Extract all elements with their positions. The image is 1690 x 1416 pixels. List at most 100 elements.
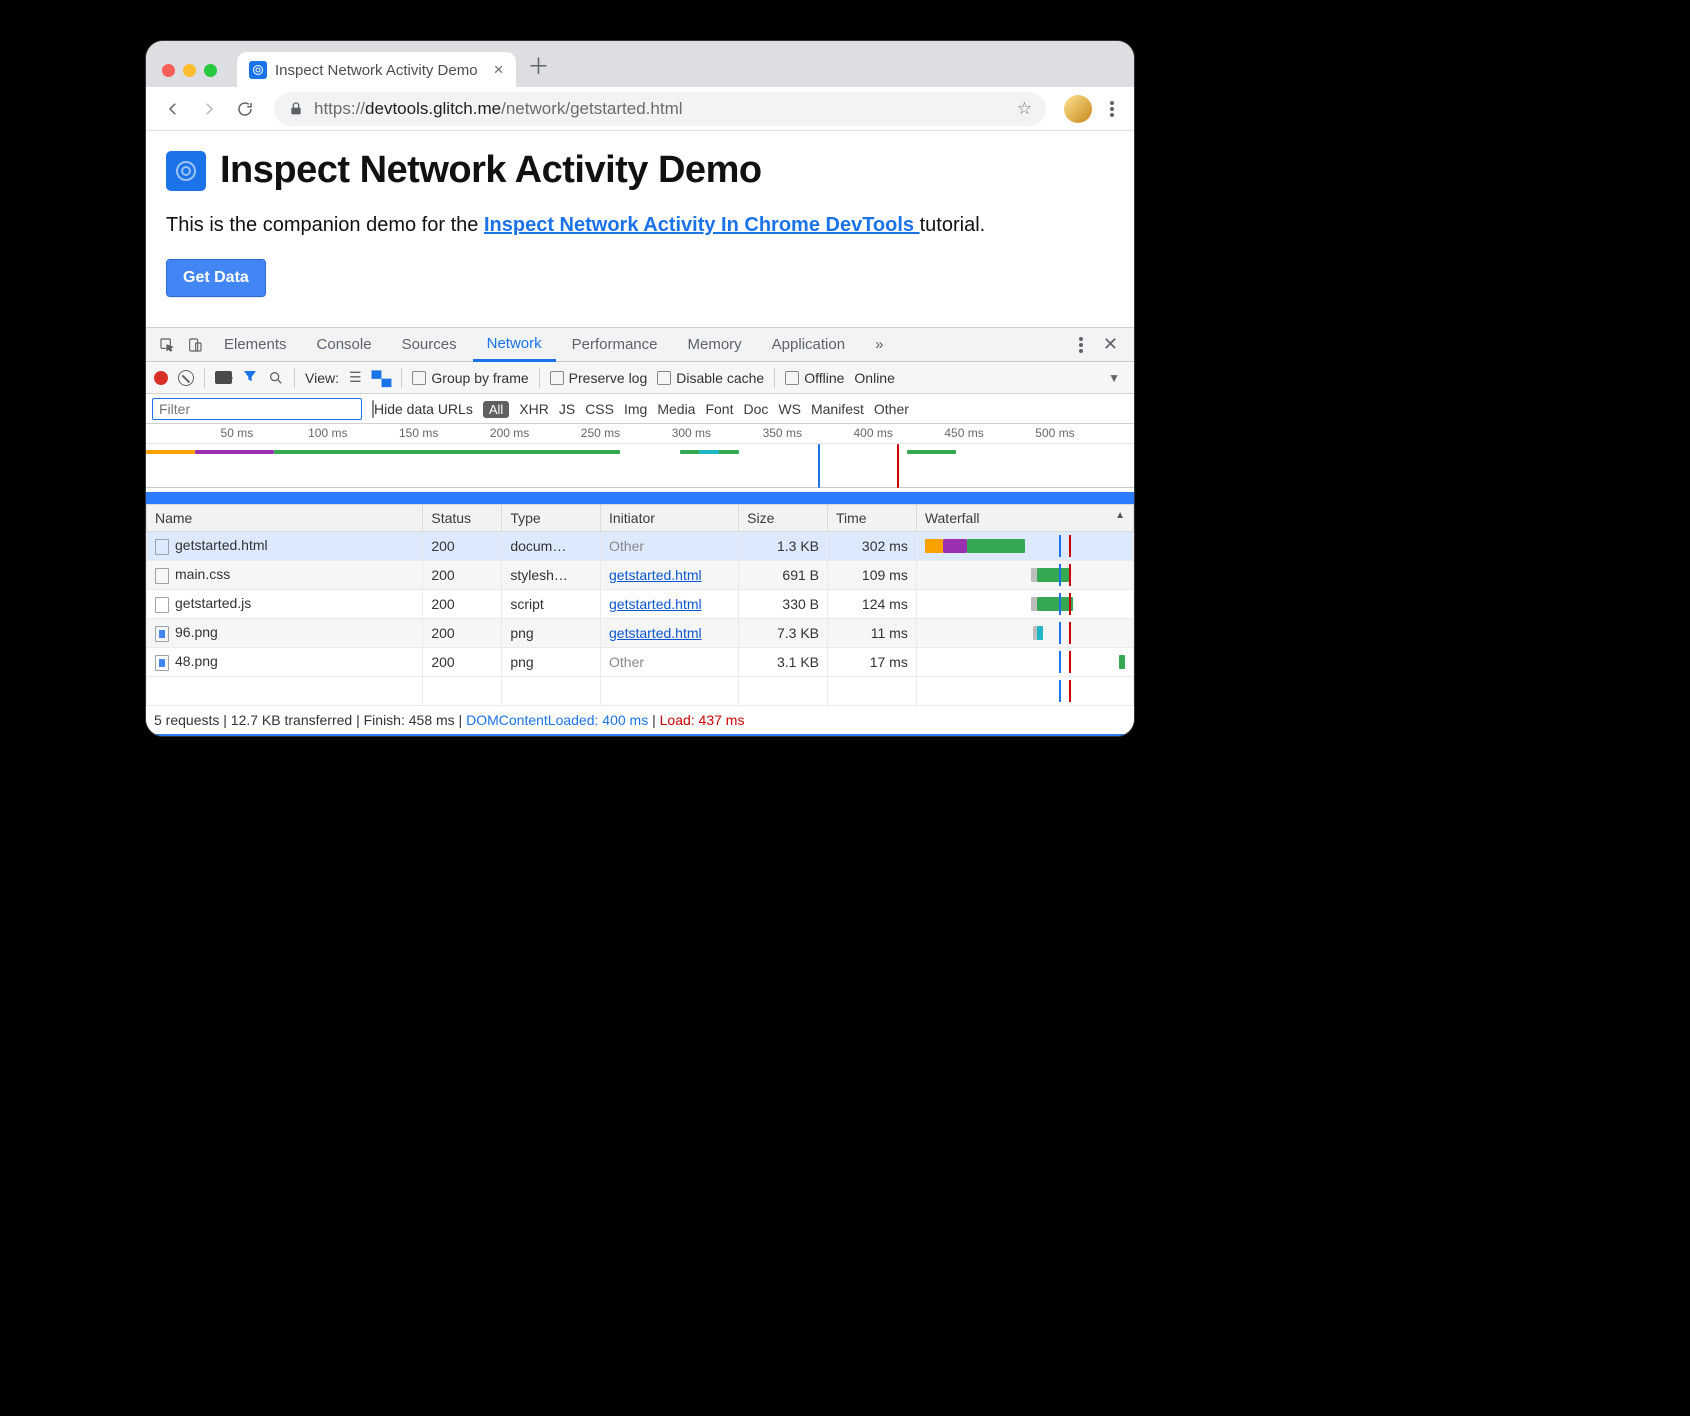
table-row[interactable]: getstarted.html200docum…Other1.3 KB302 m… [147, 532, 1134, 561]
filter-type-css[interactable]: CSS [585, 401, 614, 417]
filter-type-img[interactable]: Img [624, 401, 647, 417]
table-row[interactable]: 96.png200pnggetstarted.html7.3 KB11 ms [147, 619, 1134, 648]
screenshots-toggle-icon[interactable] [215, 371, 232, 384]
initiator-link[interactable]: getstarted.html [609, 567, 702, 583]
column-header-size[interactable]: Size [739, 505, 828, 532]
minimize-window-button[interactable] [183, 64, 196, 77]
filter-type-all[interactable]: All [483, 401, 509, 418]
ruler-tick: 350 ms [763, 426, 802, 440]
profile-avatar[interactable] [1064, 95, 1092, 123]
search-icon[interactable] [268, 370, 284, 386]
ruler-tick: 500 ms [1035, 426, 1074, 440]
large-rows-icon[interactable]: ☰ [349, 369, 362, 386]
clear-button[interactable] [178, 370, 194, 386]
nav-bar: https://devtools.glitch.me/network/getst… [146, 87, 1134, 131]
devtools-tab-sources[interactable]: Sources [388, 328, 471, 362]
back-button[interactable] [156, 92, 190, 126]
url-text: https://devtools.glitch.me/network/getst… [314, 99, 683, 119]
waterfall-bar [925, 595, 1125, 613]
hide-data-urls-checkbox[interactable]: Hide data URLs [372, 401, 473, 417]
column-header-time[interactable]: Time [828, 505, 917, 532]
filter-type-font[interactable]: Font [705, 401, 733, 417]
filter-bar: Hide data URLs All XHR JS CSS Img Media Font Do… [146, 394, 1134, 424]
devtools-tabs-overflow[interactable]: » [861, 328, 897, 362]
browser-window: Inspect Network Activity Demo × ＋ https:… [145, 40, 1135, 737]
page-content: Inspect Network Activity Demo This is th… [146, 131, 1134, 327]
devtools-tab-elements[interactable]: Elements [210, 328, 301, 362]
devtools-tab-console[interactable]: Console [303, 328, 386, 362]
inspect-element-icon[interactable] [154, 332, 180, 358]
column-header-name[interactable]: Name [147, 505, 423, 532]
devtools-tab-memory[interactable]: Memory [674, 328, 756, 362]
file-icon [155, 539, 169, 555]
table-row-empty [147, 677, 1134, 706]
filter-type-xhr[interactable]: XHR [519, 401, 549, 417]
ruler-tick: 400 ms [853, 426, 892, 440]
ruler-tick: 100 ms [308, 426, 347, 440]
devtools-tab-performance[interactable]: Performance [558, 328, 672, 362]
filter-toggle-icon[interactable] [242, 368, 258, 387]
disable-cache-checkbox[interactable]: Disable cache [657, 370, 764, 386]
device-toggle-icon[interactable] [182, 332, 208, 358]
page-intro: This is the companion demo for the Inspe… [166, 214, 1114, 237]
column-header-initiator[interactable]: Initiator [601, 505, 739, 532]
table-row[interactable]: 48.png200pngOther3.1 KB17 ms [147, 648, 1134, 677]
browser-tab[interactable]: Inspect Network Activity Demo × [237, 52, 516, 88]
address-bar[interactable]: https://devtools.glitch.me/network/getst… [274, 92, 1046, 126]
page-logo-icon [166, 151, 206, 191]
tutorial-link[interactable]: Inspect Network Activity In Chrome DevTo… [484, 214, 920, 236]
throttling-dropdown-icon[interactable]: ▼ [1108, 371, 1120, 385]
filter-type-media[interactable]: Media [657, 401, 695, 417]
new-tab-button[interactable]: ＋ [528, 49, 550, 81]
close-tab-icon[interactable]: × [494, 60, 504, 80]
ruler-tick: 150 ms [399, 426, 438, 440]
column-header-waterfall[interactable]: Waterfall [916, 505, 1133, 532]
maximize-window-button[interactable] [204, 64, 217, 77]
get-data-button[interactable]: Get Data [166, 259, 266, 297]
preserve-log-checkbox[interactable]: Preserve log [550, 370, 648, 386]
initiator-link[interactable]: getstarted.html [609, 596, 702, 612]
filter-type-ws[interactable]: WS [778, 401, 801, 417]
forward-button[interactable] [192, 92, 226, 126]
waterfall-bar [925, 537, 1125, 555]
column-header-type[interactable]: Type [502, 505, 601, 532]
filter-input[interactable] [152, 398, 362, 420]
column-header-status[interactable]: Status [423, 505, 502, 532]
filter-type-manifest[interactable]: Manifest [811, 401, 864, 417]
file-icon [155, 597, 169, 613]
waterfall-bar [925, 624, 1125, 642]
waterfall-view-icon[interactable]: ▀▄ [372, 370, 392, 386]
filter-type-doc[interactable]: Doc [743, 401, 768, 417]
table-row[interactable]: main.css200stylesh…getstarted.html691 B1… [147, 561, 1134, 590]
close-window-button[interactable] [162, 64, 175, 77]
status-bar: 5 requests | 12.7 KB transferred | Finis… [146, 706, 1134, 734]
initiator-link[interactable]: getstarted.html [609, 625, 702, 641]
offline-checkbox[interactable]: Offline [785, 370, 844, 386]
online-selector[interactable]: Online [854, 370, 894, 386]
filter-type-js[interactable]: JS [559, 401, 575, 417]
record-button[interactable] [154, 371, 168, 385]
network-table: NameStatusTypeInitiatorSizeTimeWaterfall… [146, 504, 1134, 706]
devtools-panel: ElementsConsoleSourcesNetworkPerformance… [146, 327, 1134, 737]
highlighted-region: NameStatusTypeInitiatorSizeTimeWaterfall… [145, 492, 1135, 737]
favicon-icon [249, 61, 267, 79]
group-by-frame-checkbox[interactable]: Group by frame [412, 370, 528, 386]
devtools-menu-icon[interactable] [1079, 343, 1083, 347]
tab-strip: Inspect Network Activity Demo × ＋ [146, 41, 1134, 87]
devtools-tab-network[interactable]: Network [473, 328, 556, 362]
file-icon [155, 655, 169, 671]
waterfall-bar [925, 653, 1125, 671]
table-row[interactable]: getstarted.js200scriptgetstarted.html330… [147, 590, 1134, 619]
reload-button[interactable] [228, 92, 262, 126]
timeline-overview[interactable] [146, 444, 1134, 488]
devtools-close-icon[interactable]: ✕ [1095, 334, 1126, 355]
devtools-tabbar: ElementsConsoleSourcesNetworkPerformance… [146, 328, 1134, 362]
tab-title: Inspect Network Activity Demo [275, 62, 478, 79]
lock-icon [288, 101, 304, 117]
browser-menu-icon[interactable] [1110, 107, 1114, 111]
bookmark-star-icon[interactable]: ☆ [1017, 99, 1032, 119]
devtools-tab-application[interactable]: Application [758, 328, 859, 362]
view-label: View: [305, 370, 339, 386]
network-toolbar: View: ☰ ▀▄ Group by frame Preserve log D… [146, 362, 1134, 394]
filter-type-other[interactable]: Other [874, 401, 909, 417]
